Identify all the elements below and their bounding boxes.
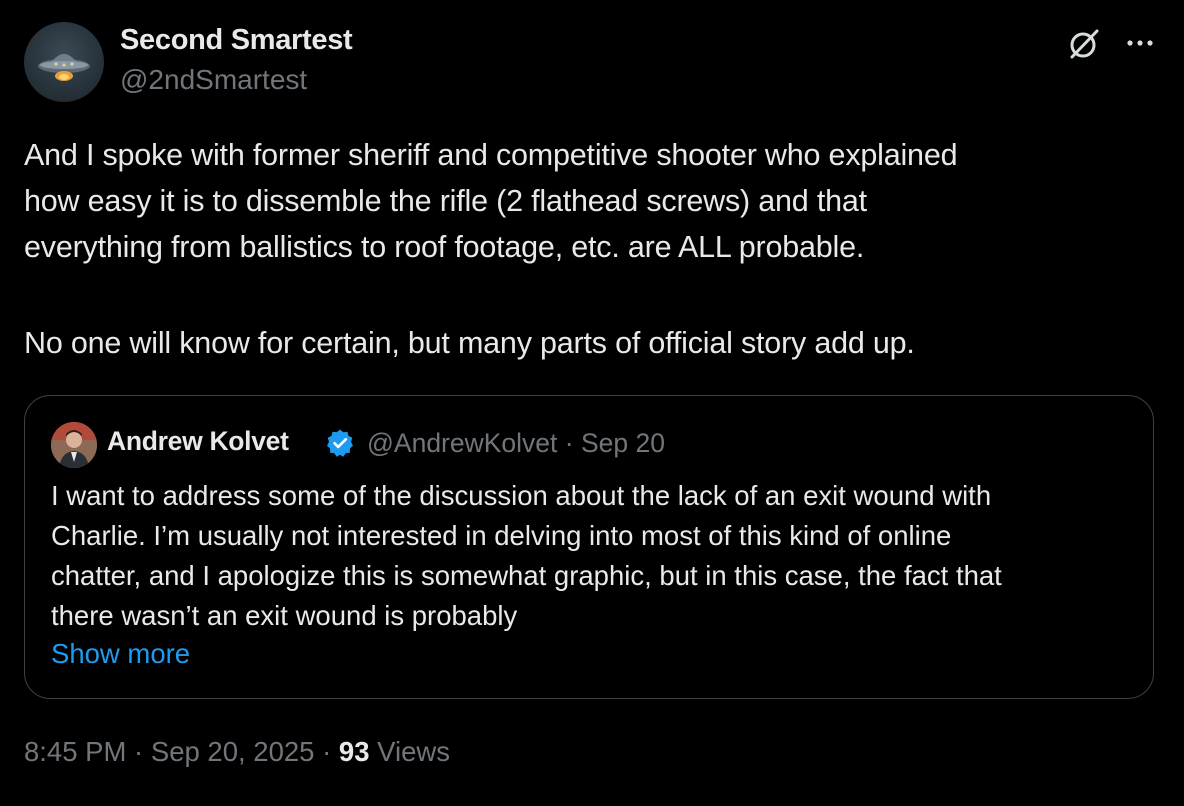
quoted-text-line: chatter, and I apologize this is somewha…	[51, 560, 1002, 591]
quoted-text-line: Charlie. I’m usually not interested in d…	[51, 520, 952, 551]
tweet: Second Smartest @2ndSmartest And I spoke…	[0, 0, 1184, 806]
views-count: 93	[338, 736, 370, 767]
tweet-text: And I spoke with former sheriff and comp…	[24, 132, 1160, 366]
author-handle[interactable]: @2ndSmartest	[120, 64, 307, 96]
verified-badge-icon	[327, 429, 353, 457]
more-icon[interactable]	[1120, 26, 1160, 62]
show-more-link[interactable]: Show more	[51, 638, 190, 670]
tweet-text-line: everything from ballistics to roof foota…	[24, 230, 865, 264]
author-name[interactable]: Second Smartest	[120, 24, 353, 57]
quoted-text-line: I want to address some of the discussion…	[51, 480, 992, 511]
quoted-author-avatar[interactable]	[51, 422, 97, 468]
quoted-author-name[interactable]: Andrew Kolvet	[107, 426, 289, 457]
tweet-text-line: how easy it is to dissemble the rifle (2…	[24, 184, 867, 218]
grok-icon[interactable]	[1066, 26, 1102, 62]
views-label: Views	[369, 736, 451, 767]
tweet-text-line: And I spoke with former sheriff and comp…	[24, 138, 958, 172]
person-avatar-icon	[51, 422, 97, 468]
quoted-tweet-card[interactable]: Andrew Kolvet @AndrewKolvet · Sep 20 I w…	[24, 395, 1154, 699]
quoted-tweet-meta[interactable]: @AndrewKolvet · Sep 20	[367, 428, 665, 459]
tweet-timestamp[interactable]: 8:45 PM · Sep 20, 2025 ·	[24, 736, 339, 767]
tweet-footer: 8:45 PM · Sep 20, 2025 · 93 Views	[24, 736, 450, 768]
ufo-avatar-icon	[38, 54, 90, 81]
quoted-text-line: there wasn’t an exit wound is probably	[51, 600, 518, 631]
tweet-text-line: No one will know for certain, but many p…	[24, 326, 915, 360]
quoted-tweet-text: I want to address some of the discussion…	[51, 476, 1131, 636]
author-avatar[interactable]	[24, 22, 104, 102]
